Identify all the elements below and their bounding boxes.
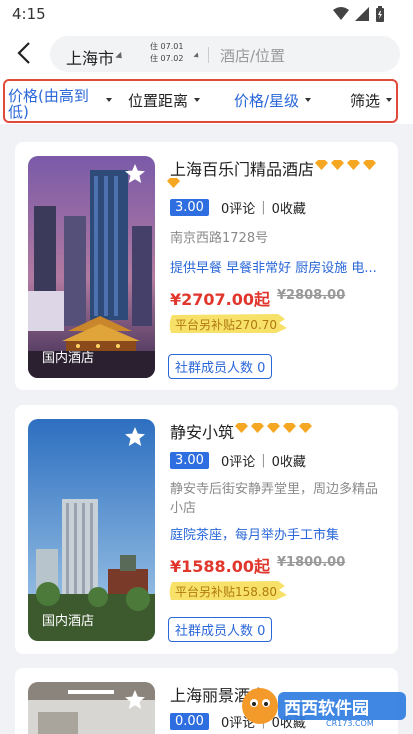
diamond-icon [315,160,328,170]
diamond-icon [363,160,376,170]
hotel-tags: 提供早餐 早餐非常好 厨房设施 电... [170,261,377,276]
diamond-icon [299,423,312,433]
filter-distance-label: 位置距离 [128,91,189,110]
chevron-down-icon [386,98,393,102]
diamond-icon [267,423,280,433]
divider: | [261,453,266,468]
filter-distance[interactable]: 位置距离 [128,76,201,124]
date-caret-icon [193,52,201,60]
chevron-down-icon [106,98,112,102]
diamond-rating [235,423,312,433]
score-badge: 3.00 [170,452,209,469]
wifi-icon [333,7,349,20]
hotel-price: ¥2707.00起 [170,290,271,309]
subsidy-badge: 平台另补贴270.70 [168,314,292,334]
diamond-icon [331,160,344,170]
original-price: ¥1800.00 [277,555,346,570]
diamond-icon [347,160,360,170]
community-members-badge[interactable]: 社群成员人数 0 [168,354,273,379]
filter-price-star-label: 价格/星级 [234,91,300,110]
diamond-icon [251,423,264,433]
diamond-icon [283,423,296,433]
community-members-badge[interactable]: 社群成员人数 0 [168,617,273,642]
filter-more-label: 筛选 [350,91,381,110]
favorite-star-icon[interactable] [123,425,147,449]
checkin-date: 住 07.01 [150,42,184,51]
hotel-photo-illustration [28,419,155,641]
filter-more[interactable]: 筛选 [350,76,393,124]
hotel-category-label: 国内酒店 [42,351,95,366]
hotel-address: 南京西路1728号 [170,231,269,246]
filter-price-desc[interactable]: 价格(由高到低) [8,76,112,124]
signal-icon [355,7,369,21]
score-badge: 3.00 [170,199,209,216]
hotel-image[interactable] [28,682,155,734]
status-time: 4:15 [12,5,46,23]
date-selector[interactable]: 住 07.01 住 07.02 [150,41,183,65]
watermark-logo: 西西软件园 CR173.COM [238,684,410,728]
watermark-text: 西西软件园 [284,699,369,719]
city-selector[interactable]: 上海市 [66,45,114,69]
filter-price-desc-label: 价格(由高到低) [8,87,89,121]
filter-bar: 价格(由高到低) 位置距离 价格/星级 筛选 [0,76,413,124]
hotel-card[interactable]: 国内酒店 静安小筑 3.00 0评论 | 0收藏 静安寺后街安静弄堂里，周边多精… [15,405,398,654]
chevron-down-icon [194,98,201,102]
watermark-subtext: CR173.COM [326,719,374,728]
search-divider [208,47,209,63]
diamond-rating [315,160,376,170]
checkout-date: 住 07.02 [150,54,184,63]
favorite-count: 0收藏 [271,202,306,217]
filter-price-star[interactable]: 价格/星级 [234,76,312,124]
status-bar: 4:15 [0,0,413,30]
hotel-price: ¥1588.00起 [170,557,271,576]
hotel-name[interactable]: 静安小筑 [170,419,234,443]
hotel-photo-illustration [28,156,155,378]
battery-icon [376,6,384,22]
status-icons [333,6,385,22]
rating-row: 3.00 0评论 | 0收藏 [170,451,306,470]
hotel-tags: 庭院茶座，每月举办手工市集 [170,528,340,543]
hotel-card[interactable]: 国内酒店 上海百乐门精品酒店 3.00 0评论 | 0收藏 南京西路1728号 … [15,142,398,390]
top-bar: 上海市 住 07.01 住 07.02 酒店/位置 [0,30,413,76]
favorite-count: 0收藏 [271,455,306,470]
hotel-address: 静安寺后街安静弄堂里，周边多精品小店 [170,482,379,516]
favorite-star-icon[interactable] [123,162,147,186]
search-bar[interactable]: 上海市 住 07.01 住 07.02 酒店/位置 [50,36,400,72]
diamond-rating-overflow [167,178,180,188]
back-arrow-icon[interactable] [12,40,38,66]
subsidy-badge: 平台另补贴158.80 [168,581,292,601]
divider: | [261,200,266,215]
subsidy-text: 平台另补贴270.70 [175,318,277,332]
review-count: 0评论 [220,455,256,470]
rating-row: 3.00 0评论 | 0收藏 [170,198,306,217]
hotel-category-label: 国内酒店 [42,614,95,629]
city-caret-icon [115,51,125,62]
subsidy-text: 平台另补贴158.80 [175,585,277,599]
hotel-name[interactable]: 上海百乐门精品酒店 [170,156,314,180]
favorite-star-icon[interactable] [123,688,147,712]
chevron-down-icon [305,98,312,102]
hotel-image[interactable]: 国内酒店 [28,156,155,378]
diamond-icon [235,423,248,433]
search-input[interactable]: 酒店/位置 [220,45,285,66]
hotel-image[interactable]: 国内酒店 [28,419,155,641]
diamond-icon [167,178,180,188]
score-badge: 0.00 [170,713,209,730]
review-count: 0评论 [220,202,256,217]
original-price: ¥2808.00 [277,288,346,303]
